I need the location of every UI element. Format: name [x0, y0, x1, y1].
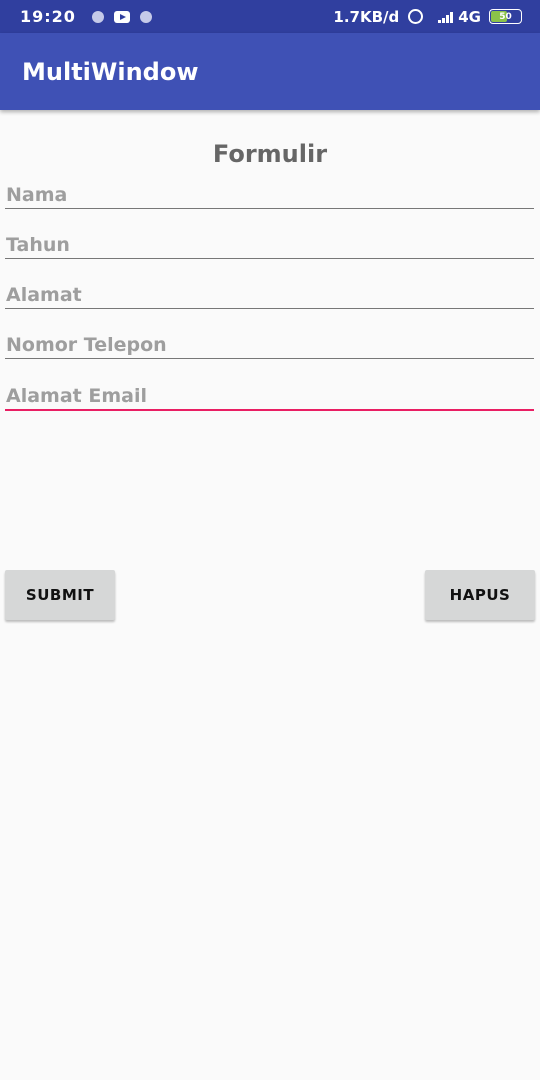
submit-button[interactable]: SUBMIT: [5, 570, 115, 620]
name-field-placeholder: Nama: [6, 184, 68, 206]
battery-level: 50: [499, 11, 512, 22]
email-field[interactable]: Alamat Email: [5, 371, 534, 411]
year-field[interactable]: Tahun: [5, 219, 534, 259]
youtube-icon: [113, 10, 130, 23]
app-title: MultiWindow: [22, 57, 199, 86]
app-bar: MultiWindow: [0, 33, 540, 110]
alarm-icon: [408, 9, 424, 24]
phone-field[interactable]: Nomor Telepon: [5, 319, 534, 359]
name-field[interactable]: Nama: [5, 169, 534, 209]
year-field-placeholder: Tahun: [6, 234, 70, 256]
address-field[interactable]: Alamat: [5, 269, 534, 309]
phone-field-placeholder: Nomor Telepon: [6, 334, 167, 356]
notification-dot-icon: [91, 10, 104, 23]
status-right: 1.7KB/d 4G 50: [333, 8, 522, 26]
address-field-placeholder: Alamat: [6, 284, 82, 306]
network-type: 4G: [458, 7, 481, 26]
email-field-placeholder: Alamat Email: [6, 385, 147, 407]
network-speed: 1.7KB/d: [333, 7, 400, 26]
status-time: 19:20: [20, 7, 76, 26]
signal-icon: [438, 11, 454, 23]
status-bar: 19:20 1.7KB/d 4G 50: [0, 0, 540, 33]
reset-button[interactable]: HAPUS: [425, 570, 535, 620]
battery-icon: 50: [489, 9, 522, 24]
form-title: Formulir: [212, 140, 328, 168]
notification-dot-icon: [139, 10, 152, 23]
status-left: 19:20: [20, 7, 158, 26]
